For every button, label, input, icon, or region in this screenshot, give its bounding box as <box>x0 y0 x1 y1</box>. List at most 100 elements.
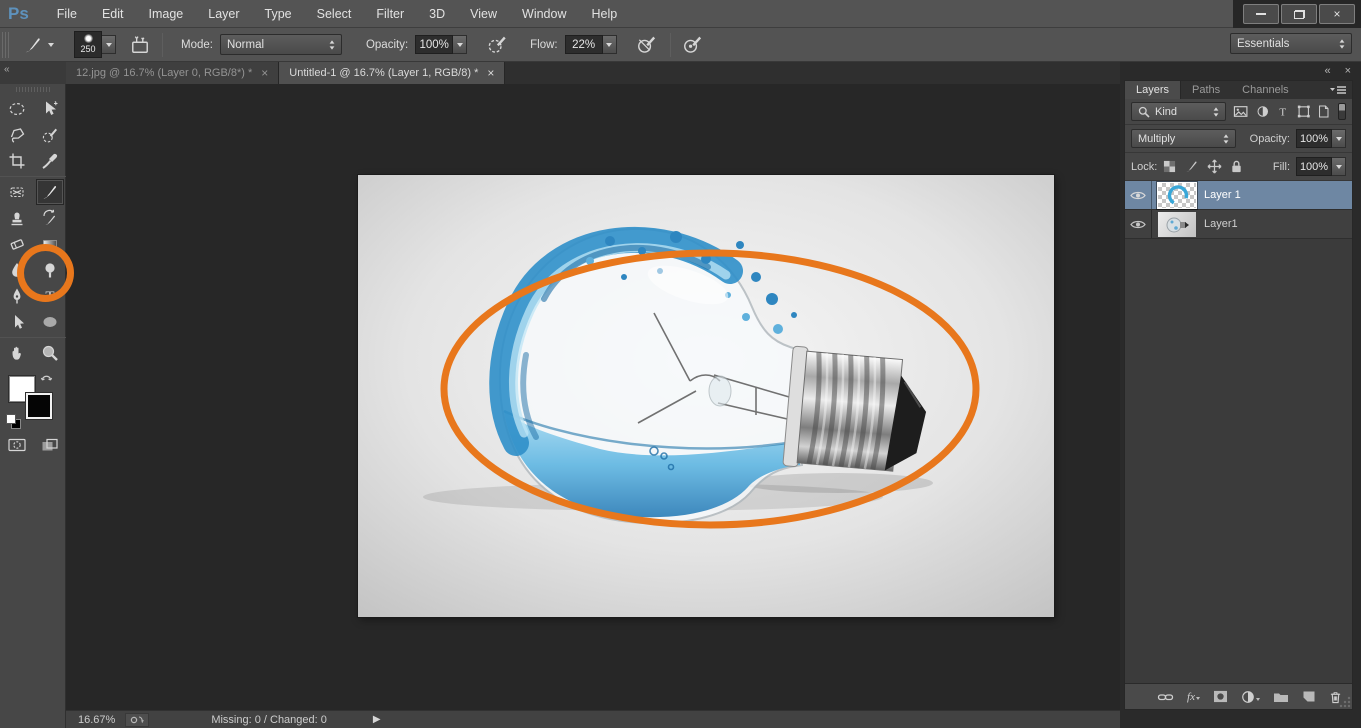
tool-gradient[interactable] <box>36 231 64 257</box>
tool-dodge[interactable] <box>36 257 64 283</box>
sync-status-button[interactable] <box>125 713 149 727</box>
menu-edit[interactable]: Edit <box>102 7 124 21</box>
options-bar-grip[interactable] <box>2 32 9 58</box>
document-canvas[interactable] <box>358 175 1054 617</box>
brush-size-preview[interactable]: 250 <box>60 31 116 58</box>
tab-paths[interactable]: Paths <box>1181 81 1231 99</box>
close-tab-icon[interactable]: × <box>261 68 268 78</box>
layer-thumbnail[interactable] <box>1158 212 1196 237</box>
airbrush-button[interactable] <box>633 30 662 59</box>
layer-row-layer-1[interactable]: Layer 1 <box>1125 181 1352 210</box>
lock-transparency-icon[interactable] <box>1163 160 1176 173</box>
tool-zoom[interactable] <box>36 340 64 366</box>
tool-crop[interactable] <box>3 148 31 174</box>
tool-ellipse-shape[interactable] <box>36 309 64 335</box>
tool-history-brush[interactable] <box>36 205 64 231</box>
tool-path-selection[interactable] <box>3 309 31 335</box>
tool-quick-selection[interactable] <box>36 122 64 148</box>
close-tab-icon[interactable]: × <box>487 68 494 78</box>
layer-style-button[interactable]: fx <box>1187 691 1200 703</box>
tool-move[interactable] <box>36 96 64 122</box>
lock-position-icon[interactable] <box>1207 159 1222 174</box>
filter-pixel-layers-icon[interactable] <box>1233 104 1248 119</box>
restore-button[interactable] <box>1281 4 1317 24</box>
new-layer-icon[interactable] <box>1302 690 1316 703</box>
fill-field[interactable]: 100% <box>1296 157 1346 176</box>
flow-dropdown-button[interactable] <box>603 35 617 54</box>
layer-name[interactable]: Layer 1 <box>1204 189 1241 201</box>
blend-mode-select[interactable]: Normal <box>220 34 342 55</box>
tab-12jpg[interactable]: 12.jpg @ 16.7% (Layer 0, RGB/8*) * × <box>66 62 279 84</box>
filter-shape-layers-icon[interactable] <box>1297 104 1311 119</box>
menu-file[interactable]: File <box>57 7 77 21</box>
link-layers-icon[interactable] <box>1157 692 1174 702</box>
tool-hand[interactable] <box>3 340 31 366</box>
flow-field[interactable]: 22% <box>565 35 617 54</box>
tab-untitled1[interactable]: Untitled-1 @ 16.7% (Layer 1, RGB/8) * × <box>279 62 505 84</box>
fill-dropdown[interactable] <box>1332 157 1346 176</box>
layer-name[interactable]: Layer1 <box>1204 218 1238 230</box>
tool-healing-patch[interactable] <box>3 179 31 205</box>
tool-pen[interactable] <box>3 283 31 309</box>
toolbar-collapse-corner[interactable]: « <box>0 62 66 84</box>
menu-help[interactable]: Help <box>592 7 618 21</box>
visibility-toggle[interactable] <box>1125 210 1152 238</box>
close-panel-icon[interactable]: × <box>1345 65 1351 77</box>
layer-thumbnail[interactable] <box>1158 183 1196 208</box>
filter-type-layers-icon[interactable]: T <box>1276 104 1290 119</box>
lock-pixels-brush-icon[interactable] <box>1184 159 1199 174</box>
close-button[interactable]: × <box>1319 4 1355 24</box>
filter-smart-objects-icon[interactable] <box>1317 104 1331 119</box>
layer-row-layer1[interactable]: Layer1 <box>1125 210 1352 239</box>
menu-view[interactable]: View <box>470 7 497 21</box>
toggle-brush-panel-button[interactable] <box>126 31 154 59</box>
brush-size-dropdown-button[interactable] <box>102 35 116 54</box>
zoom-level-field[interactable]: 16.67% <box>78 714 115 726</box>
current-tool-indicator[interactable] <box>17 32 60 58</box>
add-layer-mask-icon[interactable] <box>1213 690 1228 703</box>
layer-opacity-field[interactable]: 100% <box>1296 129 1346 148</box>
lock-all-icon[interactable] <box>1230 159 1243 174</box>
workspace-preset-select[interactable]: Essentials <box>1230 33 1352 54</box>
swap-colors-icon[interactable] <box>40 372 54 385</box>
tool-elliptical-marquee[interactable] <box>3 96 31 122</box>
tool-eraser[interactable] <box>3 231 31 257</box>
filter-toggle-switch[interactable] <box>1338 103 1346 120</box>
menu-select[interactable]: Select <box>317 7 352 21</box>
layer-blend-mode-select[interactable]: Multiply <box>1131 129 1236 148</box>
tool-type[interactable]: T <box>36 283 64 309</box>
menu-image[interactable]: Image <box>149 7 184 21</box>
tool-brush[interactable] <box>36 179 64 205</box>
menu-filter[interactable]: Filter <box>376 7 404 21</box>
pressure-size-button[interactable] <box>679 30 708 59</box>
new-adjustment-layer-button[interactable] <box>1241 690 1260 704</box>
layer-opacity-dropdown[interactable] <box>1332 129 1346 148</box>
filter-adjustment-layers-icon[interactable] <box>1256 104 1270 119</box>
menu-type[interactable]: Type <box>265 7 292 21</box>
menu-3d[interactable]: 3D <box>429 7 445 21</box>
menu-layer[interactable]: Layer <box>208 7 239 21</box>
visibility-toggle[interactable] <box>1125 181 1152 209</box>
filter-kind-select[interactable]: Kind <box>1131 102 1226 121</box>
status-options-arrow[interactable]: ▶ <box>373 714 381 725</box>
panel-resize-grip[interactable] <box>1338 695 1351 708</box>
tab-channels[interactable]: Channels <box>1231 81 1299 99</box>
tab-layers[interactable]: Layers <box>1125 81 1181 99</box>
tool-blur[interactable] <box>3 257 31 283</box>
tool-clone-stamp[interactable] <box>3 205 31 231</box>
collapse-panels-icon[interactable]: « <box>1324 65 1330 77</box>
opacity-field[interactable]: 100% <box>415 35 467 54</box>
panel-menu-button[interactable] <box>1329 81 1352 99</box>
background-color-swatch[interactable] <box>26 393 52 419</box>
tool-screen-mode[interactable] <box>36 432 64 458</box>
tool-eyedropper[interactable] <box>36 148 64 174</box>
new-group-folder-icon[interactable] <box>1273 691 1289 703</box>
pressure-opacity-button[interactable] <box>483 30 512 59</box>
tool-polygonal-lasso[interactable] <box>3 122 31 148</box>
default-colors-icon[interactable] <box>6 414 19 427</box>
tools-panel-grip[interactable] <box>16 87 50 92</box>
tool-quick-mask[interactable] <box>3 432 31 458</box>
menu-window[interactable]: Window <box>522 7 566 21</box>
opacity-dropdown-button[interactable] <box>453 35 467 54</box>
minimize-button[interactable] <box>1243 4 1279 24</box>
